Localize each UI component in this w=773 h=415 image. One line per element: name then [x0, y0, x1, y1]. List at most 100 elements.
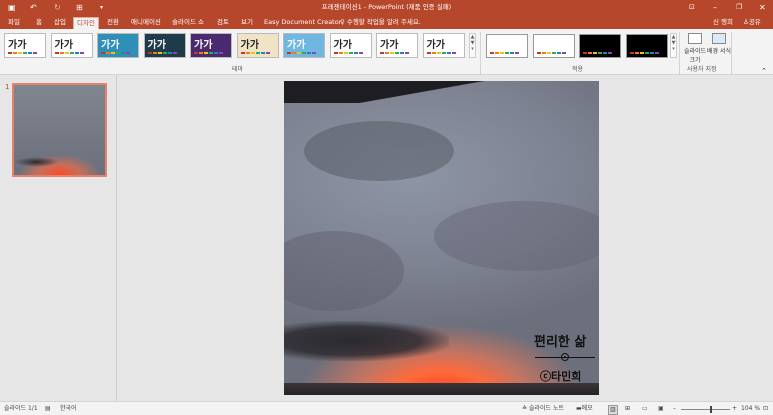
- theme-thumbnail[interactable]: 가가: [422, 33, 465, 58]
- theme-color-swatches: [240, 52, 270, 54]
- theme-sample-text: 가가: [426, 40, 445, 51]
- theme-sample-text: 가가: [287, 40, 306, 51]
- close-icon[interactable]: ✕: [759, 2, 766, 13]
- theme-color-swatches: [101, 52, 130, 54]
- variant-color-swatches: [536, 52, 566, 54]
- tab-slideshow[interactable]: 슬라이드 쇼: [169, 17, 207, 27]
- theme-sample-text: 가가: [194, 40, 213, 51]
- theme-thumbnail[interactable]: 가가: [329, 33, 372, 58]
- variant-thumbnail[interactable]: [486, 34, 528, 58]
- group-label-variants: 적용: [572, 66, 584, 73]
- tab-home[interactable]: 홈: [33, 17, 45, 27]
- user-name[interactable]: 신 행희: [710, 17, 736, 27]
- minimize-icon[interactable]: –: [713, 2, 717, 13]
- zoom-out-icon[interactable]: –: [673, 405, 676, 413]
- comments-label: 메모: [581, 405, 593, 412]
- theme-thumbnail[interactable]: 가가: [283, 33, 325, 58]
- slide-canvas[interactable]: 편리한 삶 ⓒ타민희: [284, 81, 599, 395]
- format-background-button[interactable]: 배경 서식: [706, 33, 732, 55]
- theme-sample-text: 가가: [101, 40, 120, 51]
- tab-easy-document-creator[interactable]: Easy Document Creator: [261, 17, 344, 27]
- share-button[interactable]: ♙공유: [740, 17, 764, 27]
- slide-size-button[interactable]: 슬라이드 크기: [682, 33, 708, 64]
- zoom-level[interactable]: 104 %: [741, 405, 760, 413]
- language-label[interactable]: 한국어: [60, 405, 77, 413]
- variant-thumbnail[interactable]: [625, 34, 668, 58]
- zoom-slider-thumb[interactable]: [710, 406, 713, 413]
- theme-sample-text: 가가: [240, 40, 259, 51]
- theme-thumbnail[interactable]: 가가: [50, 33, 93, 58]
- thumbnail-cloud: [14, 157, 59, 167]
- variant-color-swatches: [583, 52, 612, 54]
- ribbon-display-options-icon[interactable]: ⊡: [689, 2, 695, 13]
- slide-thumbnail[interactable]: [12, 83, 107, 177]
- theme-color-swatches: [426, 52, 456, 54]
- ribbon-group-labels: 테마 적용 사용자 지정: [0, 64, 773, 75]
- slide-caption-author[interactable]: ⓒ타민희: [540, 368, 581, 384]
- theme-thumbnail[interactable]: 가가: [143, 33, 186, 58]
- share-label: 공유: [748, 18, 761, 26]
- theme-sample-text: 가가: [147, 40, 166, 51]
- theme-color-swatches: [194, 52, 223, 54]
- theme-color-swatches: [147, 52, 177, 54]
- notes-button[interactable]: ≙ 슬라이드 노트: [522, 405, 564, 413]
- title-bar: ▣ ↶ ↻ ⊞ ▾ 프레젠테이션1 - PowerPoint (제품 인증 실패…: [0, 0, 773, 15]
- dark-cloud: [284, 321, 449, 361]
- group-label-customize: 사용자 지정: [687, 66, 717, 73]
- slideshow-view-icon[interactable]: ▣: [658, 405, 664, 413]
- tab-view[interactable]: 보기: [238, 17, 256, 27]
- theme-gallery-scroll[interactable]: ▲ ▼ ▾: [469, 33, 476, 58]
- slide-info[interactable]: 슬라이드 1/1: [4, 405, 38, 413]
- lightbulb-icon: ♀: [340, 18, 345, 26]
- spell-check-icon[interactable]: ▤: [45, 405, 51, 413]
- variant-gallery-scroll[interactable]: ▲ ▼ ▾: [670, 33, 677, 58]
- variant-thumbnail[interactable]: [579, 34, 621, 58]
- theme-thumbnail[interactable]: 가가: [190, 33, 232, 58]
- notes-label: 슬라이드 노트: [528, 405, 564, 412]
- cloud-shape: [304, 121, 454, 181]
- notes-icon: ≙: [522, 405, 528, 412]
- variant-thumbnail[interactable]: [532, 34, 575, 58]
- restore-icon[interactable]: ❐: [736, 2, 742, 13]
- ribbon-tabs: 파일 홈 삽입 디자인 전환 애니메이션 슬라이드 쇼 검토 보기 Easy D…: [0, 15, 773, 29]
- comments-button[interactable]: ▬메모: [576, 405, 593, 413]
- tab-review[interactable]: 검토: [214, 17, 232, 27]
- variant-color-swatches: [490, 52, 519, 54]
- format-background-icon: [712, 33, 726, 44]
- theme-color-swatches: [8, 52, 37, 54]
- tab-design[interactable]: 디자인: [73, 17, 99, 29]
- tab-transitions[interactable]: 전환: [104, 17, 122, 27]
- zoom-in-icon[interactable]: +: [732, 405, 737, 413]
- tab-animations[interactable]: 애니메이션: [128, 17, 164, 27]
- theme-color-swatches: [380, 52, 409, 54]
- variant-color-swatches: [629, 52, 659, 54]
- normal-view-icon[interactable]: ▥: [608, 405, 618, 415]
- theme-color-swatches: [333, 52, 363, 54]
- reading-view-icon[interactable]: ▭: [642, 405, 648, 413]
- theme-sample-text: 가가: [8, 40, 27, 51]
- caption-divider-circle: [561, 353, 569, 361]
- theme-sample-text: 가가: [54, 40, 73, 51]
- railing: [284, 383, 599, 395]
- status-bar: 슬라이드 1/1 ▤ 한국어 ≙ 슬라이드 노트 ▬메모 ▥ ⊞ ▭ ▣ – +…: [0, 401, 773, 415]
- theme-thumbnail[interactable]: 가가: [4, 33, 46, 58]
- theme-thumbnail[interactable]: 가가: [97, 33, 139, 58]
- slide-size-icon: [688, 33, 702, 44]
- slide-size-label: 슬라이드 크기: [683, 48, 707, 64]
- slide-sorter-icon[interactable]: ⊞: [625, 405, 630, 413]
- zoom-slider-track[interactable]: [681, 409, 730, 410]
- fit-to-window-icon[interactable]: ⊡: [763, 405, 768, 413]
- group-label-theme: 테마: [232, 66, 244, 73]
- tell-me-placeholder: 수행할 작업을 알려 주세요.: [346, 18, 421, 26]
- theme-thumbnail[interactable]: 가가: [376, 33, 418, 58]
- tab-file[interactable]: 파일: [5, 17, 23, 27]
- theme-thumbnail[interactable]: 가가: [236, 33, 279, 58]
- theme-sample-text: 가가: [380, 40, 399, 51]
- format-background-label: 배경 서식: [707, 48, 731, 55]
- tab-insert[interactable]: 삽입: [51, 17, 69, 27]
- tell-me-box[interactable]: ♀ 수행할 작업을 알려 주세요.: [337, 17, 424, 27]
- dark-overhang: [284, 81, 599, 103]
- theme-sample-text: 가가: [333, 40, 352, 51]
- slide-caption-title[interactable]: 편리한 삶: [534, 331, 586, 350]
- slide-number: 1: [5, 83, 10, 91]
